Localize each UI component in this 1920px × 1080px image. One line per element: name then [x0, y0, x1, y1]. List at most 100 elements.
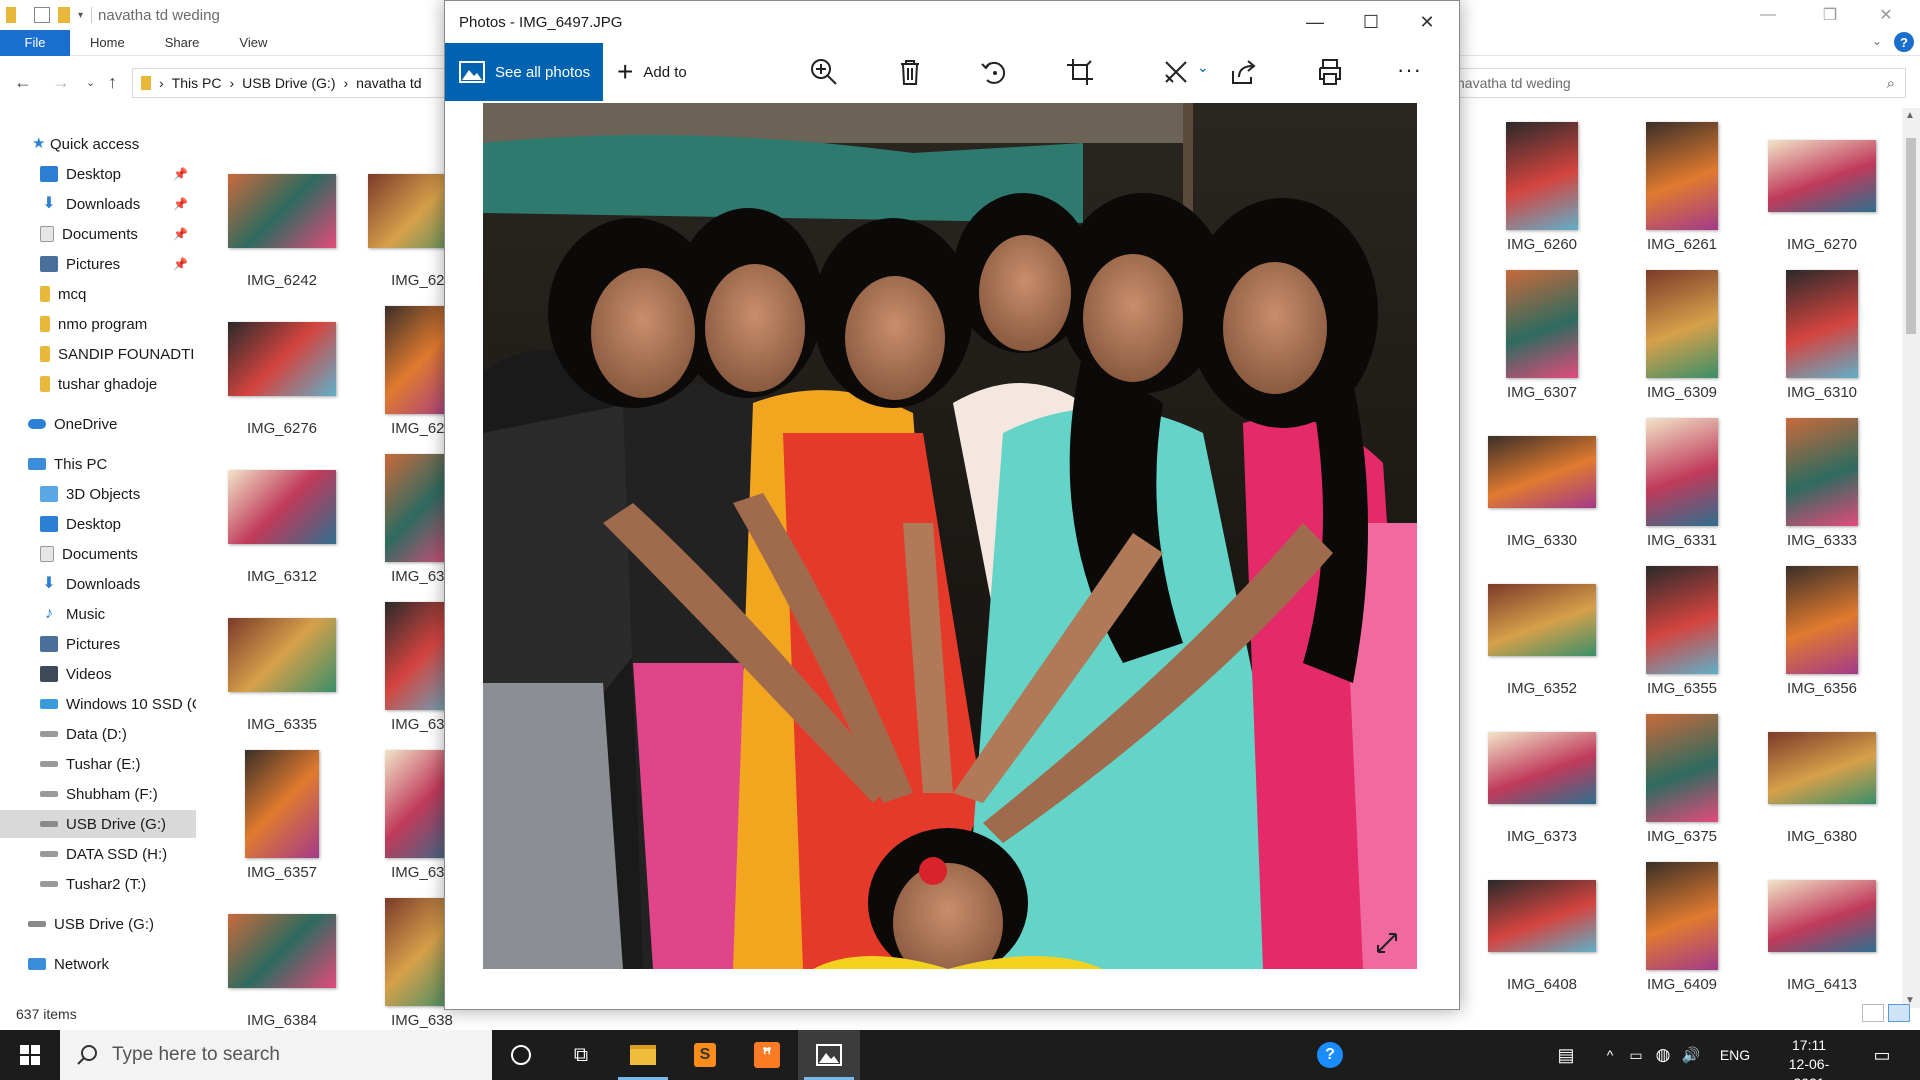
network-globe-icon[interactable]: ◍: [1650, 1030, 1676, 1080]
tab-file[interactable]: File: [0, 29, 70, 56]
vertical-scrollbar[interactable]: ▲ ▼: [1902, 108, 1920, 1008]
tab-home[interactable]: Home: [70, 35, 145, 50]
delete-icon[interactable]: [895, 57, 925, 87]
scrollbar-thumb[interactable]: [1906, 138, 1916, 334]
chevron-down-icon[interactable]: ⌄: [1872, 34, 1882, 48]
tab-view[interactable]: View: [219, 35, 287, 50]
breadcrumb-drive[interactable]: USB Drive (G:): [242, 75, 335, 91]
help-tray-icon[interactable]: ?: [1312, 1030, 1348, 1080]
battery-icon[interactable]: ▭: [1624, 1030, 1648, 1080]
news-widget-icon[interactable]: ▤: [1548, 1030, 1584, 1080]
file-thumbnail[interactable]: IMG_6356: [1756, 566, 1888, 706]
file-thumbnail[interactable]: IMG_6375: [1616, 714, 1748, 854]
task-view-button[interactable]: ⧉: [550, 1030, 612, 1080]
nav-usb-drive-g-root[interactable]: USB Drive (G:): [0, 910, 196, 938]
see-all-photos-button[interactable]: See all photos: [445, 43, 603, 101]
clock[interactable]: 17:11 12-06-2021: [1774, 1036, 1844, 1080]
nav-network[interactable]: Network: [0, 950, 196, 978]
input-language[interactable]: ENG: [1710, 1030, 1760, 1080]
close-button[interactable]: ✕: [1858, 0, 1914, 30]
nav-qa-downloads[interactable]: ⬇ Downloads 📌: [0, 190, 196, 218]
nav-shubham-f[interactable]: Shubham (F:): [0, 780, 196, 808]
address-bar[interactable]: › This PC › USB Drive (G:) › navatha td: [132, 68, 452, 98]
file-thumbnail[interactable]: IMG_6309: [1616, 270, 1748, 410]
tab-share[interactable]: Share: [145, 35, 220, 50]
file-thumbnail[interactable]: IMG_6331: [1616, 418, 1748, 558]
nav-qa-desktop[interactable]: Desktop 📌: [0, 160, 196, 188]
file-thumbnail[interactable]: IMG_6261: [1616, 122, 1748, 262]
file-thumbnail[interactable]: IMG_6307: [1476, 270, 1608, 410]
file-thumbnail[interactable]: IMG_6413: [1756, 862, 1888, 1002]
recent-locations-icon[interactable]: ⌄: [86, 76, 95, 89]
nav-pc-downloads[interactable]: ⬇ Downloads: [0, 570, 196, 598]
edit-draw-icon[interactable]: [1161, 57, 1191, 87]
breadcrumb-folder[interactable]: navatha td: [356, 75, 421, 91]
nav-data-d[interactable]: Data (D:): [0, 720, 196, 748]
show-hidden-icons-chevron[interactable]: ^: [1598, 1030, 1622, 1080]
search-icon[interactable]: ⌕: [1887, 75, 1895, 92]
zoom-in-icon[interactable]: [809, 57, 839, 87]
file-thumbnail[interactable]: IMG_6352: [1476, 566, 1608, 706]
file-thumbnail[interactable]: IMG_6330: [1476, 418, 1608, 558]
print-icon[interactable]: [1315, 57, 1345, 87]
nav-mcq[interactable]: mcq: [0, 280, 196, 308]
taskbar-file-explorer[interactable]: [612, 1030, 674, 1080]
folder-icon[interactable]: [58, 7, 70, 23]
up-arrow-icon[interactable]: ↑: [108, 72, 117, 93]
taskbar-photos[interactable]: [798, 1030, 860, 1080]
file-thumbnail[interactable]: IMG_6270: [1756, 122, 1888, 262]
start-button[interactable]: [0, 1030, 60, 1080]
photo-viewer-image[interactable]: [483, 103, 1417, 969]
volume-icon[interactable]: 🔊: [1678, 1030, 1704, 1080]
nav-quick-access[interactable]: ★ Quick access: [0, 130, 196, 158]
taskbar-search-box[interactable]: Type here to search: [60, 1030, 492, 1080]
file-thumbnail[interactable]: IMG_6380: [1756, 714, 1888, 854]
taskbar-sublime-text[interactable]: S: [674, 1030, 736, 1080]
pin-icon[interactable]: 📌: [173, 167, 188, 181]
crop-icon[interactable]: [1065, 57, 1095, 87]
file-thumbnail[interactable]: IMG_6333: [1756, 418, 1888, 558]
nav-tushar-e[interactable]: Tushar (E:): [0, 750, 196, 778]
nav-onedrive[interactable]: OneDrive: [0, 410, 196, 438]
nav-pc-desktop[interactable]: Desktop: [0, 510, 196, 538]
more-options-icon[interactable]: ···: [1397, 57, 1422, 83]
add-to-button[interactable]: + Add to: [617, 43, 687, 101]
pin-icon[interactable]: 📌: [173, 257, 188, 271]
nav-videos[interactable]: Videos: [0, 660, 196, 688]
search-input[interactable]: navatha td weding ⌕: [1450, 68, 1906, 98]
nav-usb-drive-g[interactable]: USB Drive (G:): [0, 810, 196, 838]
file-thumbnail[interactable]: IMG_6408: [1476, 862, 1608, 1002]
file-thumbnail[interactable]: IMG_6335: [216, 602, 348, 742]
minimize-button[interactable]: —: [1740, 0, 1796, 30]
file-thumbnail[interactable]: IMG_6357: [216, 750, 348, 890]
nav-data-ssd-h[interactable]: DATA SSD (H:): [0, 840, 196, 868]
pin-icon[interactable]: 📌: [173, 197, 188, 211]
forward-arrow-icon[interactable]: →: [52, 72, 70, 93]
scroll-up-icon[interactable]: ▲: [1905, 110, 1915, 121]
cortana-button[interactable]: [490, 1030, 552, 1080]
minimize-button[interactable]: —: [1287, 7, 1343, 37]
file-thumbnail[interactable]: IMG_6276: [216, 306, 348, 446]
expand-icon[interactable]: [1375, 931, 1399, 955]
chevron-down-icon[interactable]: ⌄: [1197, 59, 1209, 76]
checkbox-icon[interactable]: [34, 7, 50, 23]
file-thumbnail[interactable]: IMG_6312: [216, 454, 348, 594]
taskbar-xampp[interactable]: ꟸ: [736, 1030, 798, 1080]
chevron-down-icon[interactable]: ▾: [78, 10, 83, 21]
nav-tushar-ghadoje[interactable]: tushar ghadoje: [0, 370, 196, 398]
file-thumbnail[interactable]: IMG_6373: [1476, 714, 1608, 854]
details-view-icon[interactable]: [1862, 1004, 1884, 1022]
file-thumbnail[interactable]: IMG_6409: [1616, 862, 1748, 1002]
share-icon[interactable]: [1229, 57, 1259, 87]
maximize-button[interactable]: ☐: [1343, 7, 1399, 37]
nav-music[interactable]: ♪ Music: [0, 600, 196, 628]
breadcrumb-this-pc[interactable]: This PC: [172, 75, 222, 91]
nav-nmo-program[interactable]: nmo program: [0, 310, 196, 338]
nav-tushar2-t[interactable]: Tushar2 (T:): [0, 870, 196, 898]
help-icon[interactable]: ?: [1894, 32, 1914, 52]
file-thumbnail[interactable]: IMG_6384: [216, 898, 348, 1038]
nav-sandip[interactable]: SANDIP FOUNADTI: [0, 340, 196, 368]
close-button[interactable]: ✕: [1399, 7, 1455, 37]
nav-pc-pictures[interactable]: Pictures: [0, 630, 196, 658]
file-thumbnail[interactable]: IMG_6355: [1616, 566, 1748, 706]
